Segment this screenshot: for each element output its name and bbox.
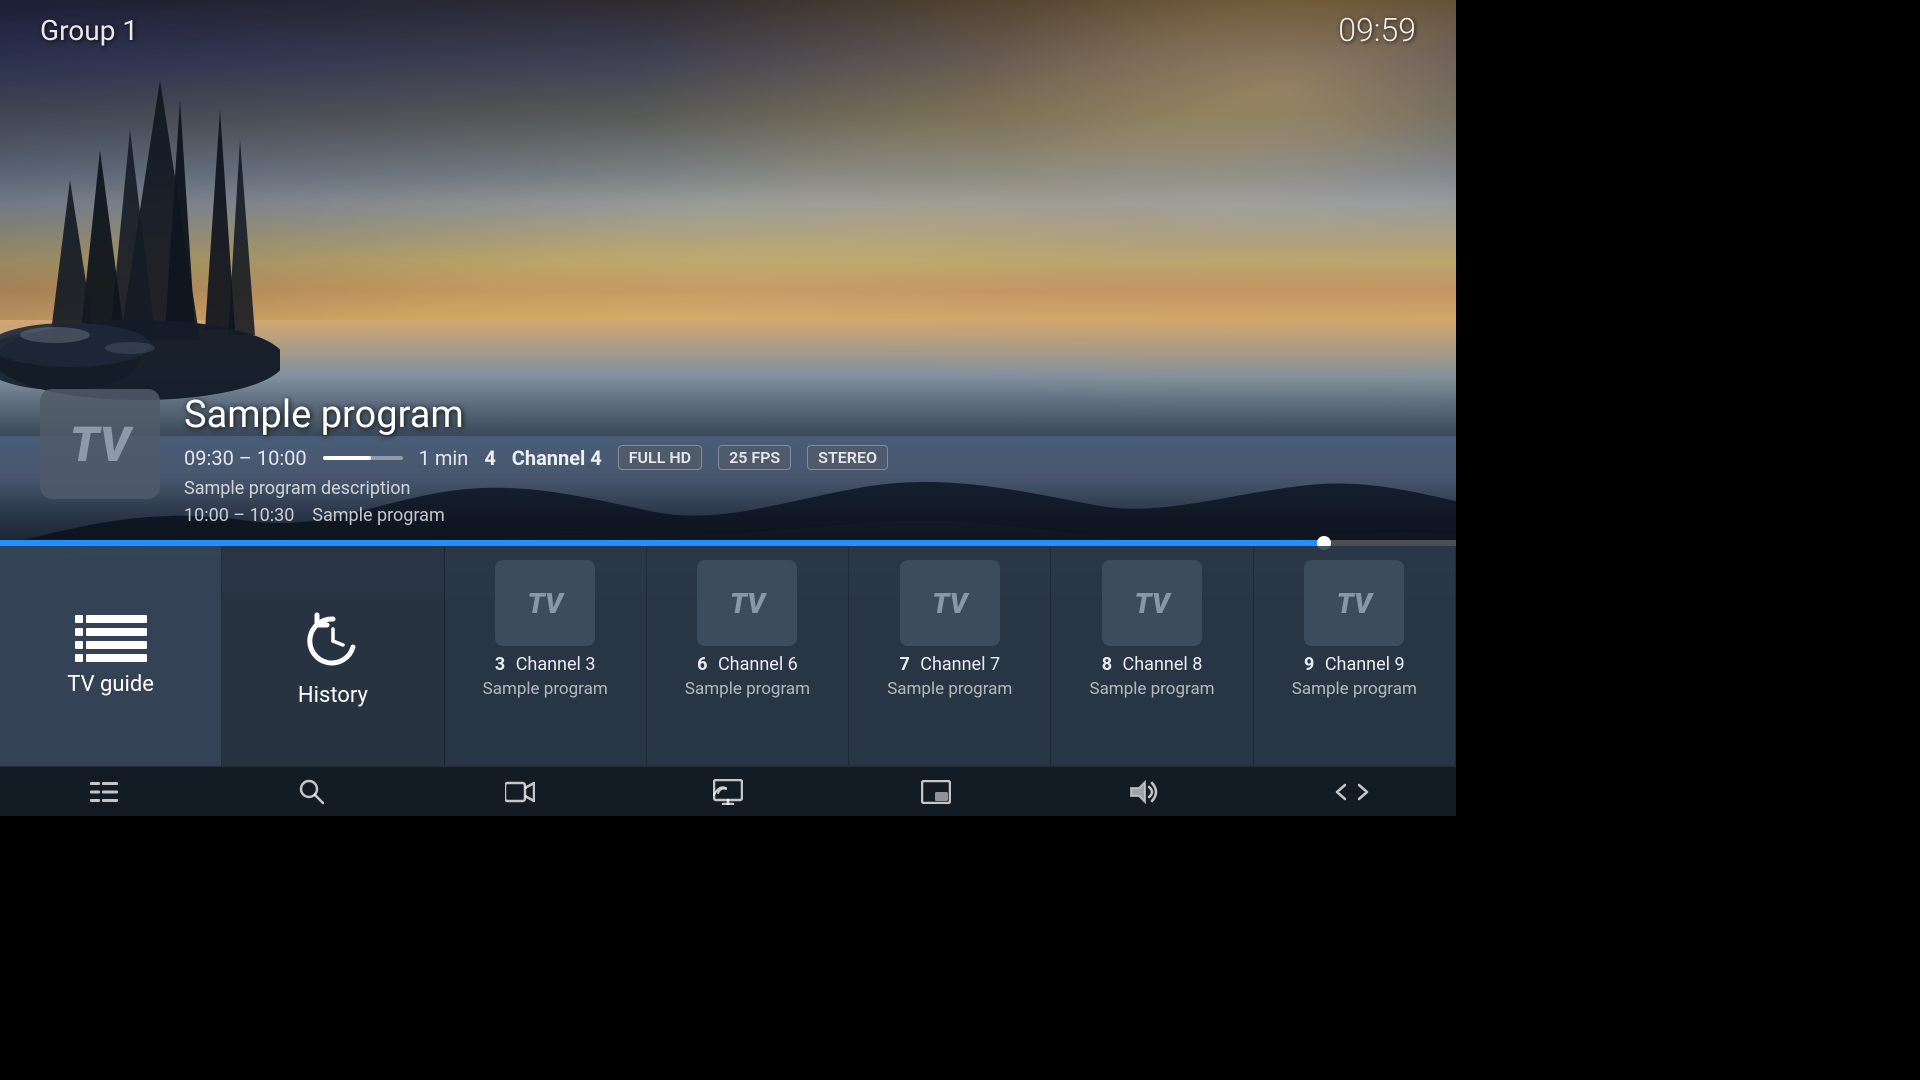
- channel-6-tv-icon: TV: [730, 587, 765, 620]
- navigate-button[interactable]: [1322, 770, 1382, 814]
- progress-mini: [323, 456, 403, 460]
- badge-fullhd: FULL HD: [618, 445, 702, 470]
- duration: 1 min: [419, 446, 469, 470]
- channel-9-info: 9 Channel 9: [1304, 654, 1405, 675]
- trees-decoration: [0, 50, 280, 410]
- channel-card-9[interactable]: TV 9 Channel 9 Sample program: [1254, 546, 1456, 766]
- badge-stereo: STEREO: [807, 445, 888, 470]
- volume-button[interactable]: [1114, 770, 1174, 814]
- channel-6-number: 6: [697, 654, 707, 675]
- history-icon: [297, 605, 369, 677]
- channel-9-name: Channel 9: [1325, 654, 1405, 675]
- channel-7-info: 7 Channel 7: [899, 654, 1000, 675]
- channel-6-program: Sample program: [685, 679, 810, 699]
- channel-7-tv-icon: TV: [932, 587, 967, 620]
- channel-card-3[interactable]: TV 3 Channel 3 Sample program: [445, 546, 647, 766]
- tv-logo-icon: TV: [70, 416, 131, 473]
- channel-card-8[interactable]: TV 8 Channel 8 Sample program: [1051, 546, 1253, 766]
- channel-9-number: 9: [1304, 654, 1314, 675]
- search-icon: [299, 779, 325, 805]
- channel-9-tv-icon: TV: [1337, 587, 1372, 620]
- tv-guide-row-2: [75, 628, 147, 636]
- channel-8-logo: TV: [1102, 560, 1202, 646]
- channel-number: 4: [484, 446, 495, 470]
- channel-card-7[interactable]: TV 7 Channel 7 Sample program: [849, 546, 1051, 766]
- channel-3-program: Sample program: [483, 679, 608, 699]
- sky-glow: [582, 0, 1456, 449]
- next-program: 10:00 – 10:30 Sample program: [184, 505, 1416, 526]
- channel-8-number: 8: [1102, 654, 1112, 675]
- tv-guide-row-1: [75, 615, 147, 623]
- progress-mini-fill: [323, 456, 371, 460]
- tv-guide-row-4: [75, 654, 147, 662]
- tv-guide-row-3: [75, 641, 147, 649]
- program-meta: 09:30 – 10:00 1 min 4 Channel 4 FULL HD …: [184, 445, 1416, 470]
- channel-7-name: Channel 7: [920, 654, 1000, 675]
- monitor-icon: [713, 779, 743, 805]
- video-button[interactable]: [490, 770, 550, 814]
- history-icon-svg: [297, 605, 369, 677]
- badge-fps: 25 FPS: [718, 445, 791, 470]
- channel-8-info: 8 Channel 8: [1102, 654, 1203, 675]
- channel-6-name: Channel 6: [718, 654, 798, 675]
- channel-9-program: Sample program: [1292, 679, 1417, 699]
- group-title: Group 1: [40, 14, 138, 47]
- channel-3-logo: TV: [495, 560, 595, 646]
- pip-icon: [921, 780, 951, 804]
- channel-3-info: 3 Channel 3: [495, 654, 596, 675]
- channel-9-logo: TV: [1304, 560, 1404, 646]
- channel-7-logo: TV: [900, 560, 1000, 646]
- history-label: History: [298, 683, 368, 708]
- pip-button[interactable]: [906, 770, 966, 814]
- channel-8-name: Channel 8: [1123, 654, 1203, 675]
- channel-logo: TV: [40, 389, 160, 499]
- channel-6-logo: TV: [697, 560, 797, 646]
- cast-button[interactable]: [698, 770, 758, 814]
- navigate-icon: [1335, 781, 1369, 803]
- menu-icon: [90, 780, 118, 804]
- volume-icon: [1129, 779, 1159, 805]
- tv-guide-label: TV guide: [67, 672, 154, 697]
- program-title: Sample program: [184, 393, 1416, 437]
- channel-card-6[interactable]: TV 6 Channel 6 Sample program: [647, 546, 849, 766]
- menu-button[interactable]: [74, 770, 134, 814]
- channel-name: Channel 4: [512, 446, 602, 470]
- video-icon: [505, 781, 535, 803]
- next-time: 10:00 – 10:30: [184, 505, 294, 526]
- channel-8-program: Sample program: [1089, 679, 1214, 699]
- channel-7-program: Sample program: [887, 679, 1012, 699]
- header: Group 1 09:59: [0, 0, 1456, 60]
- channel-8-tv-icon: TV: [1134, 587, 1169, 620]
- program-description: Sample program description: [184, 478, 1416, 499]
- clock-display: 09:59: [1338, 11, 1416, 49]
- channel-3-number: 3: [495, 654, 505, 675]
- channel-6-info: 6 Channel 6: [697, 654, 798, 675]
- channel-details: Sample program 09:30 – 10:00 1 min 4 Cha…: [184, 389, 1416, 526]
- channel-3-tv-icon: TV: [528, 587, 563, 620]
- history-item[interactable]: History: [222, 546, 444, 766]
- channel-grid: TV guide History TV 3 Channel 3 Sample p…: [0, 546, 1456, 766]
- bottom-toolbar: [0, 766, 1456, 816]
- channel-info-panel: TV Sample program 09:30 – 10:00 1 min 4 …: [40, 389, 1416, 526]
- next-title: Sample program: [312, 505, 445, 526]
- search-button[interactable]: [282, 770, 342, 814]
- tv-guide-item[interactable]: TV guide: [0, 546, 222, 766]
- time-range: 09:30 – 10:00: [184, 446, 307, 470]
- channel-3-name: Channel 3: [516, 654, 596, 675]
- channel-7-number: 7: [899, 654, 909, 675]
